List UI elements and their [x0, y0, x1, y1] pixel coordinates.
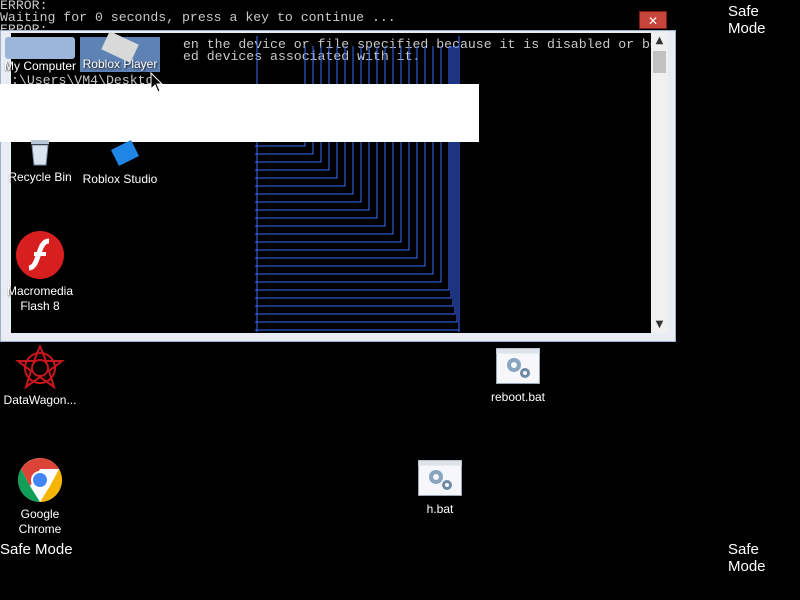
roblox-studio-icon	[111, 140, 139, 166]
roblox-studio-label: Roblox Studio	[82, 172, 158, 186]
console-line-waiting: Waiting for 0 seconds, press a key to co…	[0, 10, 396, 25]
glitch-lines-graphic	[255, 36, 460, 332]
batch-gear-icon	[496, 348, 540, 384]
glitch-white-box	[0, 84, 479, 142]
scroll-down-icon[interactable]: ▼	[651, 317, 668, 333]
flash-icon	[16, 231, 64, 279]
mouse-cursor-icon	[150, 72, 164, 93]
macromedia-flash-label: Macromedia Flash 8	[6, 284, 74, 313]
h-bat-label: h.bat	[426, 502, 454, 516]
desktop-icon-google-chrome[interactable]: Google Chrome	[0, 457, 80, 537]
recycle-bin-icon	[31, 140, 49, 166]
desktop-icon-reboot-bat[interactable]: reboot.bat	[478, 348, 558, 405]
chrome-icon	[18, 458, 62, 502]
roblox-player-label: Roblox Player	[82, 57, 158, 71]
safe-mode-top-right: Safe Mode	[728, 3, 766, 37]
desktop-icon-my-computer[interactable]: My Computer	[0, 37, 80, 74]
reboot-bat-label: reboot.bat	[490, 390, 546, 404]
scroll-thumb[interactable]	[653, 51, 666, 73]
close-button[interactable]: ✕	[639, 11, 667, 29]
desktop-icon-recycle-bin[interactable]: Recycle Bin	[0, 140, 80, 185]
desktop-icon-roblox-studio[interactable]: Roblox Studio	[80, 140, 160, 187]
my-computer-label: My Computer	[3, 59, 77, 73]
my-computer-icon	[5, 37, 75, 59]
recycle-bin-label: Recycle Bin	[8, 170, 72, 184]
datawagon-label: DataWagon...	[3, 393, 77, 407]
datawagon-icon	[15, 345, 65, 390]
desktop-icon-macromedia-flash[interactable]: Macromedia Flash 8	[0, 230, 80, 314]
safe-mode-bottom-right: Safe Mode	[728, 541, 766, 575]
desktop-icon-roblox-player[interactable]: Roblox Player	[80, 31, 160, 72]
google-chrome-label: Google Chrome	[18, 507, 62, 536]
vertical-scrollbar[interactable]: ▲ ▼	[651, 33, 668, 333]
batch-gear-icon	[418, 460, 462, 496]
desktop-icon-datawagon[interactable]: DataWagon...	[0, 345, 80, 408]
safe-mode-bottom-left: Safe Mode	[0, 541, 73, 558]
scroll-up-icon[interactable]: ▲	[651, 33, 668, 49]
desktop-icon-h-bat[interactable]: h.bat	[400, 460, 480, 517]
